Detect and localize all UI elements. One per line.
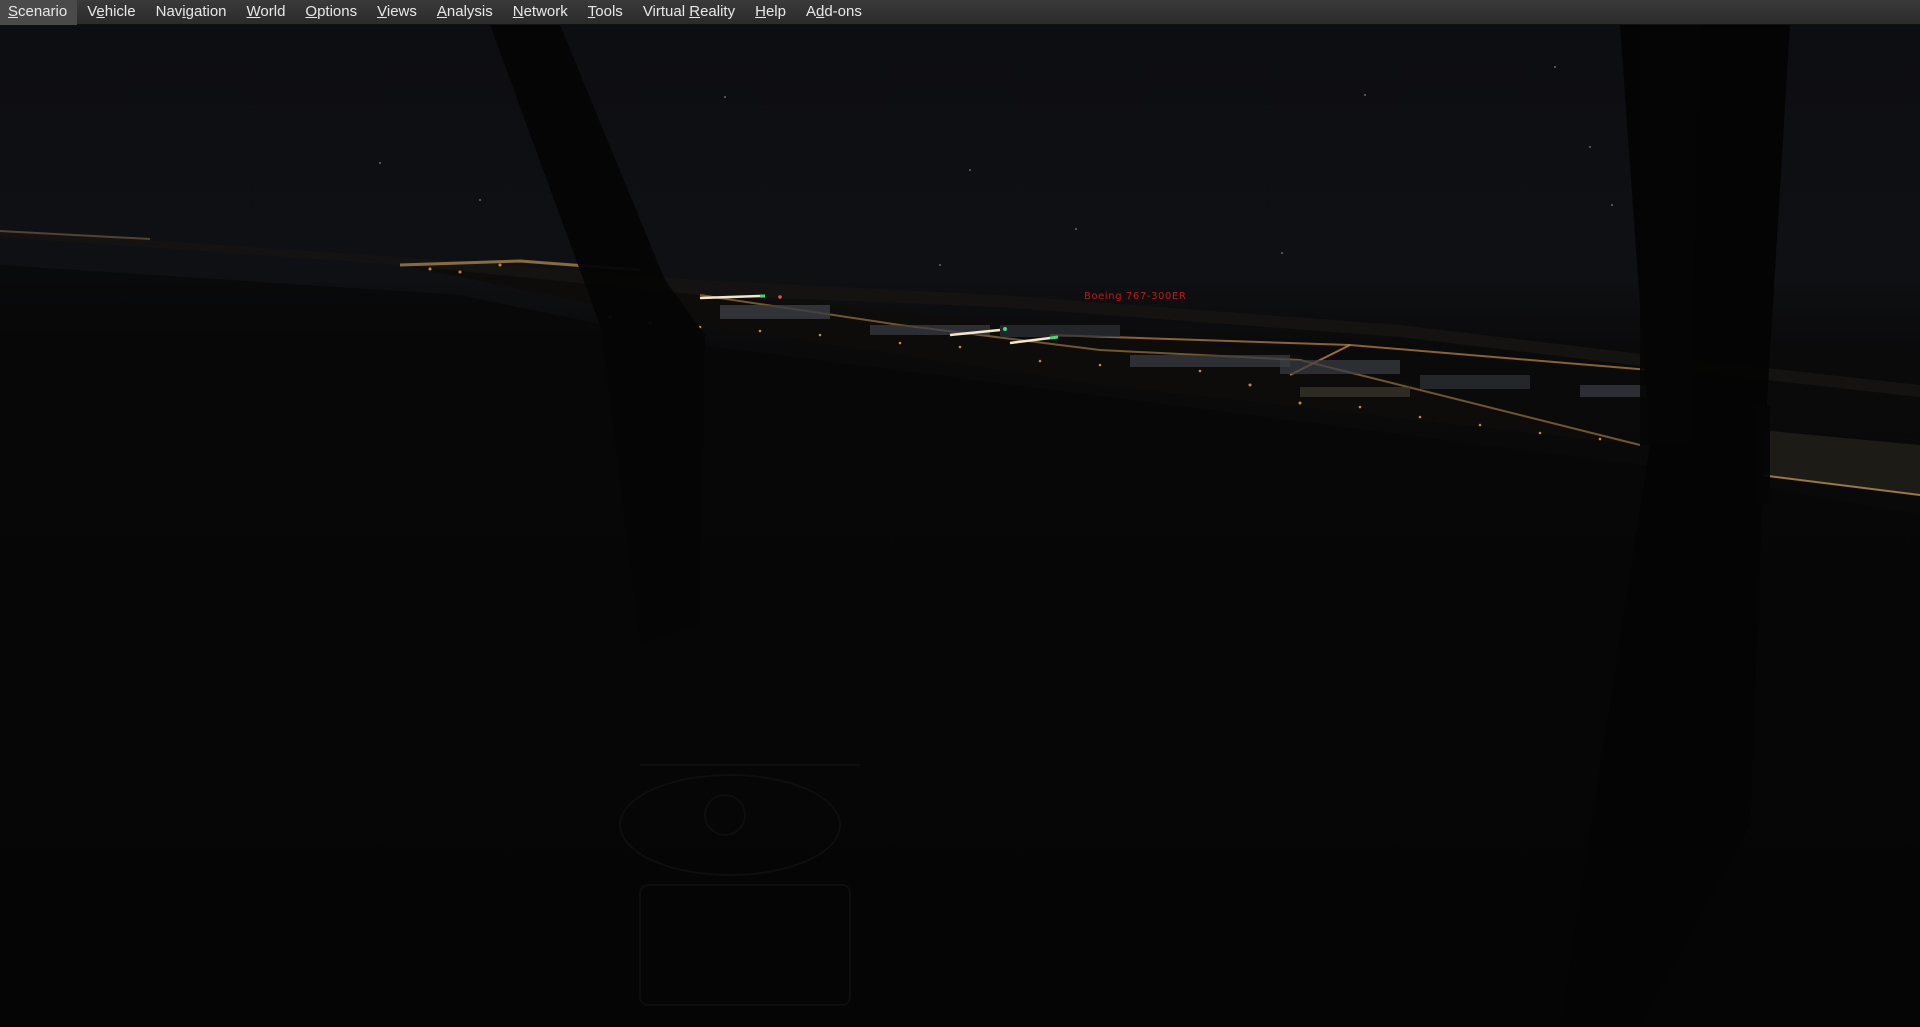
menu-add-ons[interactable]: Add-ons <box>796 0 872 25</box>
simulator-window: Scenario Vehicle Navigation World Option… <box>0 0 1920 1027</box>
menu-help[interactable]: Help <box>745 0 796 25</box>
menu-bar: Scenario Vehicle Navigation World Option… <box>0 0 1920 25</box>
aircraft-label: Boeing 767-300ER <box>1084 291 1187 302</box>
menu-scenario[interactable]: Scenario <box>0 0 78 25</box>
menu-virtual-reality[interactable]: Virtual Reality <box>633 0 745 25</box>
menu-world[interactable]: World <box>237 0 296 25</box>
menu-vehicle[interactable]: Vehicle <box>77 0 145 25</box>
menu-network[interactable]: Network <box>503 0 578 25</box>
menu-analysis[interactable]: Analysis <box>427 0 503 25</box>
cockpit-viewport[interactable]: Boeing 767-300ER <box>0 25 1920 1027</box>
menu-navigation[interactable]: Navigation <box>146 0 237 25</box>
night-scene <box>0 25 1920 1027</box>
menu-options[interactable]: Options <box>295 0 367 25</box>
menu-tools[interactable]: Tools <box>578 0 633 25</box>
menu-views[interactable]: Views <box>367 0 427 25</box>
